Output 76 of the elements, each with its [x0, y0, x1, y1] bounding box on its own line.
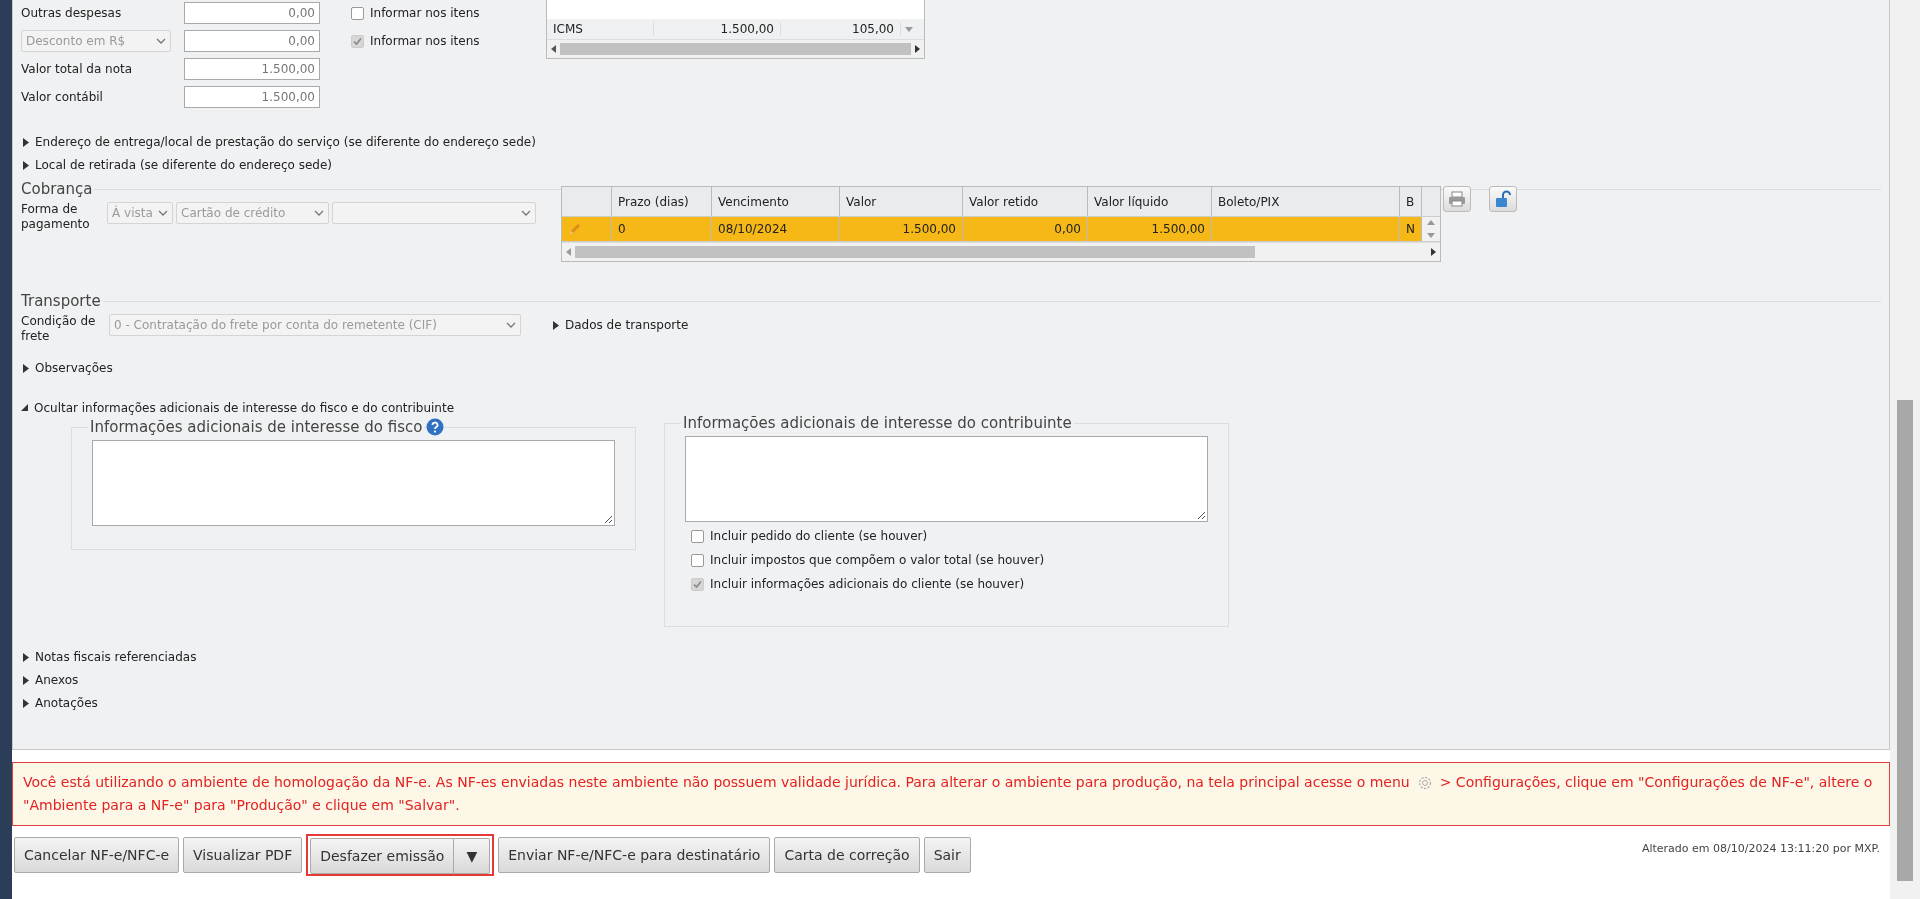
caret-right-icon [23, 698, 29, 708]
status-text: Alterado em 08/10/2024 13:11:20 por MXP. [1641, 841, 1881, 855]
scroll-down-icon[interactable] [1427, 233, 1435, 238]
section-legend: Transporte [21, 292, 101, 310]
section-legend: Cobrança [21, 180, 93, 198]
scroll-right-icon[interactable] [915, 45, 920, 53]
grid-cell: 0,00 [963, 217, 1088, 241]
chevron-down-icon [158, 210, 168, 216]
section-toggle[interactable]: Dados de transporte [551, 315, 689, 335]
section-toggle[interactable]: Anotações [21, 693, 1881, 713]
field-label: Valor total da nota [21, 62, 134, 76]
caret-right-icon [23, 137, 29, 147]
caret-right-icon [23, 363, 29, 373]
action-button[interactable]: Carta de correção [774, 837, 920, 873]
checkbox[interactable] [351, 6, 364, 20]
table-cell: 105,00 [781, 22, 901, 36]
pencil-icon[interactable] [568, 222, 582, 236]
grid-cell: 08/10/2024 [712, 217, 840, 241]
field-label: Outras despesas [21, 6, 123, 20]
section-toggle[interactable]: Anexos [21, 670, 1881, 690]
dropdown-button[interactable]: ▼ [454, 838, 491, 874]
section-toggle[interactable]: Observações [21, 358, 1881, 378]
horizontal-scrollbar[interactable] [562, 242, 1440, 261]
value-field[interactable]: 1.500,00 [184, 86, 320, 108]
checkbox[interactable] [691, 529, 704, 543]
field-label: Condição de frete [21, 313, 97, 344]
section-toggle[interactable]: Notas fiscais referenciadas [21, 647, 1881, 667]
section-legend: Informações adicionais de interesse do fisco [88, 418, 425, 436]
resize-grip-icon[interactable] [604, 515, 612, 523]
grid-cell: 0 [612, 217, 712, 241]
warning-message: Você está utilizando o ambiente de homologação da NF-e. As NF-es enviadas neste ambiente não possuem validade jurídica. Para alterar o ambiente para produção, na tela principal acesse o menu > Configurações, clique em "Configurações de NF-e", altere o "Ambiente para a NF-e" para "Produção" e clique em "Salvar". [12, 762, 1890, 826]
scroll-right-icon[interactable] [1431, 248, 1436, 256]
action-button[interactable]: Sair [923, 837, 971, 873]
checkbox-label: Incluir informações adicionais do cliente (se houver) [710, 577, 1025, 591]
grid-cell: 1.500,00 [1088, 217, 1212, 241]
caret-right-icon [23, 160, 29, 170]
resize-grip-icon[interactable] [1197, 511, 1205, 519]
value-field[interactable]: 1.500,00 [184, 58, 320, 80]
chevron-down-icon [506, 322, 516, 328]
grid-row[interactable]: 0 08/10/2024 1.500,00 0,00 1.500,00 N [562, 217, 1440, 242]
caret-right-icon [553, 320, 559, 330]
padlock-icon [1494, 190, 1512, 208]
checkbox[interactable] [691, 553, 704, 567]
horizontal-scrollbar[interactable] [547, 39, 924, 58]
checkbox-label: Informar nos itens [370, 6, 480, 20]
printer-icon [1448, 191, 1466, 207]
section-toggle[interactable]: Endereço de entrega/local de prestação do serviço (se diferente do endereço sede) [21, 132, 1881, 152]
action-button[interactable]: Enviar NF-e/NFC-e para destinatário [498, 837, 771, 873]
caret-right-icon [23, 652, 29, 662]
action-button[interactable]: Cancelar NF-e/NFC-e [14, 837, 180, 873]
field-label: Valor contábil [21, 90, 104, 104]
value-field[interactable]: 0,00 [184, 30, 320, 52]
section-toggle[interactable]: Local de retirada (se diferente do endereço sede) [21, 155, 1881, 175]
scroll-up-icon[interactable] [1427, 220, 1435, 225]
help-icon[interactable] [426, 418, 445, 436]
grid-cell: 1.500,00 [840, 217, 963, 241]
print-button[interactable] [1443, 186, 1471, 212]
vertical-scrollbar[interactable] [1890, 0, 1920, 899]
chevron-down-icon [156, 38, 166, 44]
sort-down-icon [905, 26, 913, 32]
checkbox-label: Incluir impostos que compõem o valor total (se houver) [710, 553, 1045, 567]
chevron-down-icon [521, 210, 531, 216]
caret-down-icon [21, 404, 29, 412]
section-legend: Informações adicionais de interesse do contribuinte [681, 414, 1074, 432]
table-cell: 1.500,00 [654, 22, 781, 36]
table-cell: ICMS [547, 22, 654, 36]
checkbox-label: Incluir pedido do cliente (se houver) [710, 529, 928, 543]
field-label: Forma de pagamento [21, 201, 91, 232]
checkbox-label: Informar nos itens [370, 34, 480, 48]
chevron-down-icon [314, 210, 324, 216]
scroll-left-icon[interactable] [551, 45, 556, 53]
action-button[interactable]: Visualizar PDF [183, 837, 303, 873]
value-field[interactable]: 0,00 [184, 2, 320, 24]
undo-emission-button[interactable]: Desfazer emissão [310, 838, 455, 874]
unlock-button[interactable] [1489, 186, 1517, 212]
caret-right-icon [23, 675, 29, 685]
